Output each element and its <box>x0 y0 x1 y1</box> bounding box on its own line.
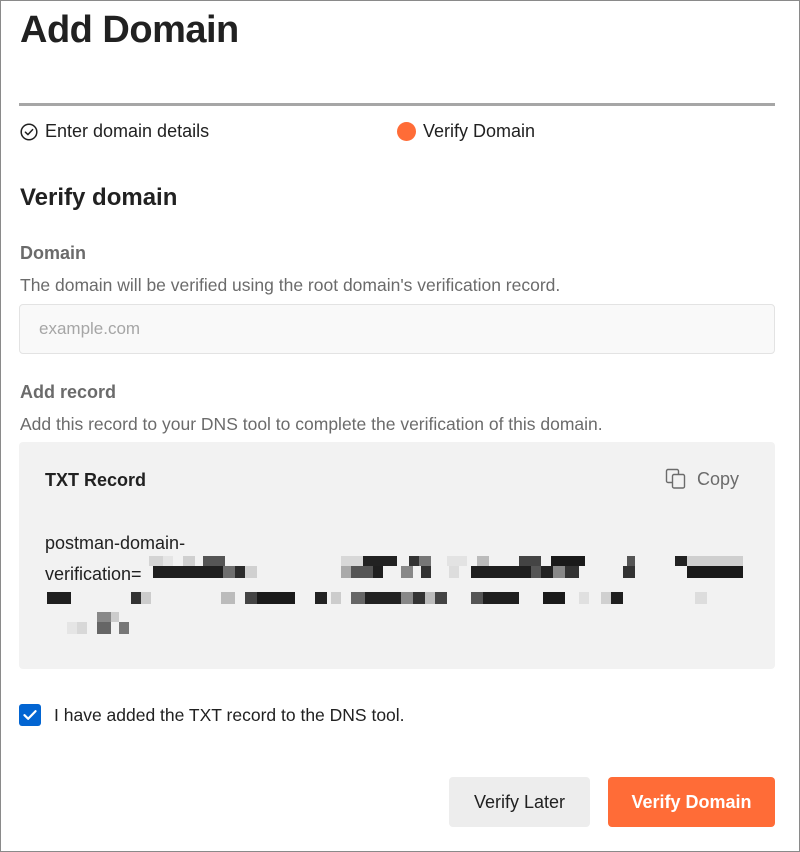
domain-label: Domain <box>20 243 87 263</box>
check-circle-icon <box>20 122 38 141</box>
stepper-progress-line <box>19 103 775 106</box>
copy-icon <box>665 468 686 489</box>
add-record-help-text: Add this record to your DNS tool to comp… <box>20 414 603 434</box>
active-step-dot-icon <box>397 122 416 141</box>
section-heading: Verify domain <box>20 184 178 211</box>
copy-button[interactable]: Copy <box>665 468 739 490</box>
domain-help-text: The domain will be verified using the ro… <box>20 275 561 295</box>
step-enter-domain-details[interactable]: Enter domain details <box>20 121 209 142</box>
dialog-title: Add Domain <box>20 9 239 51</box>
step-verify-domain[interactable]: Verify Domain <box>397 121 535 142</box>
step-label: Verify Domain <box>423 121 536 141</box>
confirm-record-checkbox[interactable] <box>19 704 41 726</box>
txt-record-title: TXT Record <box>45 470 147 490</box>
add-record-label: Add record <box>20 382 117 402</box>
redacted-token-pixelation <box>47 556 743 634</box>
checkmark-icon <box>23 710 37 720</box>
add-domain-dialog: Add Domain Enter domain details Verify D… <box>0 0 800 852</box>
copy-label: Copy <box>696 468 739 489</box>
verify-domain-button[interactable]: Verify Domain <box>608 777 775 827</box>
step-label: Enter domain details <box>45 121 210 141</box>
txt-record-box: TXT Record Copy postman-domain- verifica… <box>19 442 775 669</box>
confirm-record-checkbox-row[interactable]: I have added the TXT record to the DNS t… <box>19 704 405 726</box>
verify-later-button[interactable]: Verify Later <box>449 777 590 827</box>
confirm-record-label: I have added the TXT record to the DNS t… <box>54 704 405 725</box>
domain-input[interactable] <box>19 304 775 354</box>
